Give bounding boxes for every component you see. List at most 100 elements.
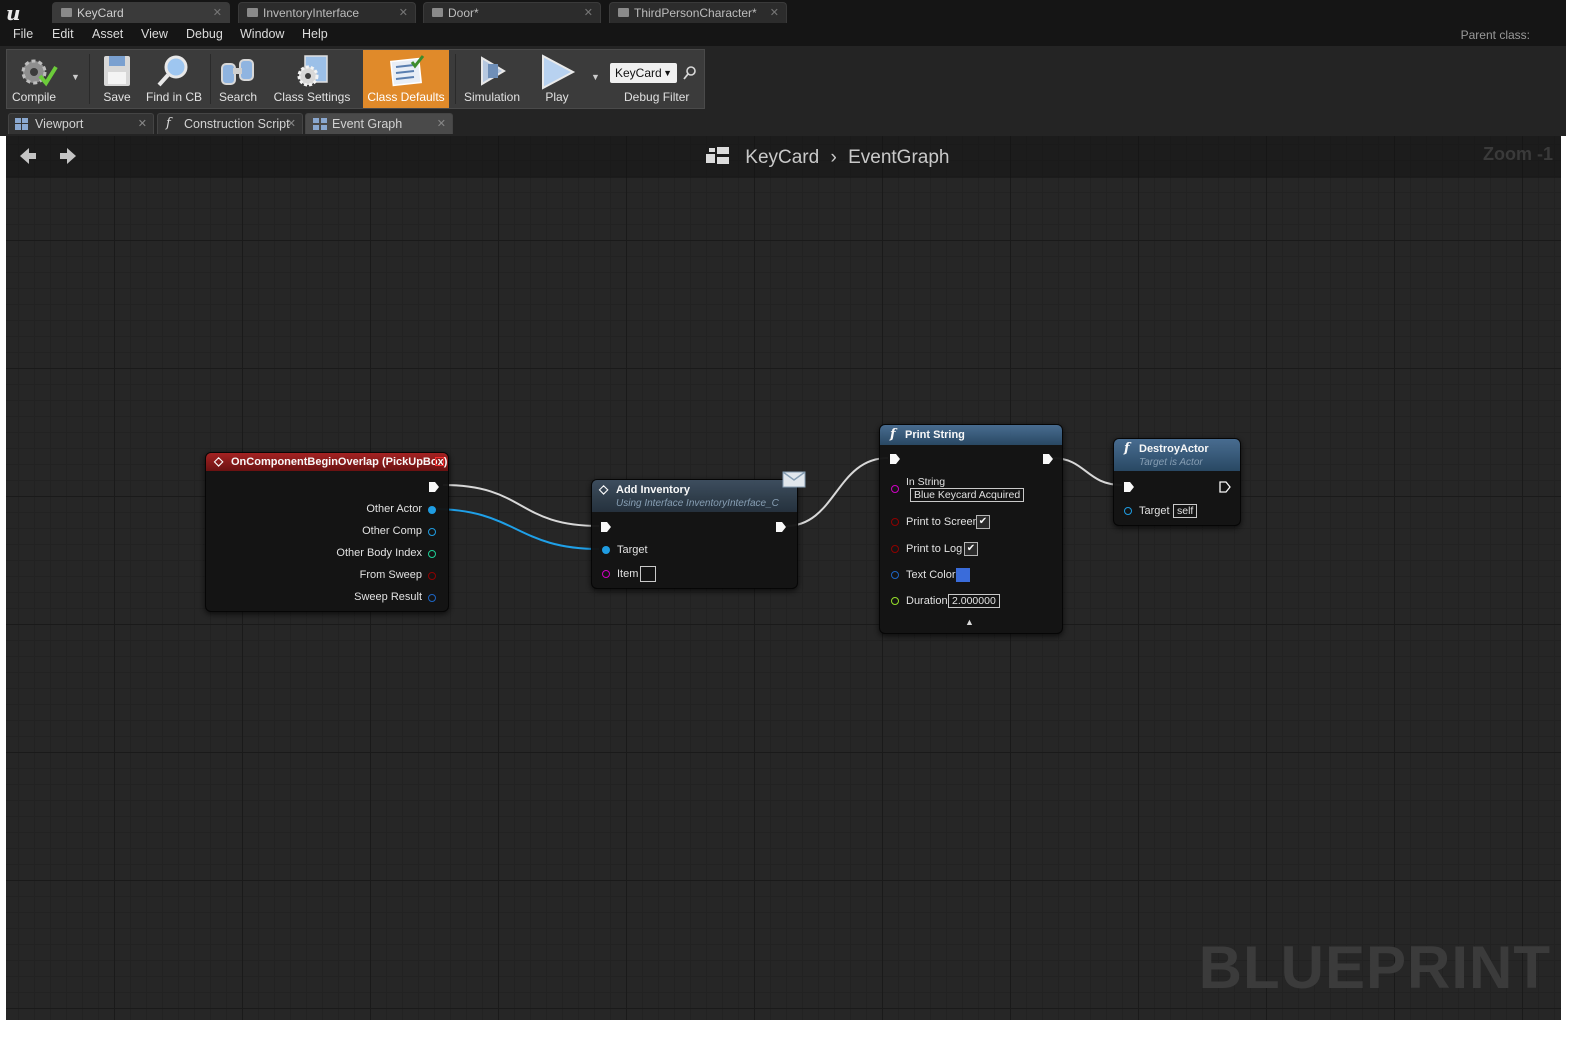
class-defaults-button[interactable]: Class Defaults (363, 50, 449, 108)
compile-button[interactable]: Compile ▼ (7, 50, 80, 108)
struct-pin-icon[interactable] (891, 571, 899, 579)
string-pin-icon[interactable] (602, 570, 610, 578)
debug-object-value: KeyCard (615, 66, 662, 80)
search-button[interactable]: Search (213, 50, 263, 108)
pin-target-label: Target (617, 544, 648, 556)
menu-help[interactable]: Help (302, 27, 328, 41)
object-wire (432, 508, 600, 550)
save-button[interactable]: Save (95, 50, 139, 108)
node-header: ◇ OnComponentBeginOverlap (PickUpBox) (206, 453, 448, 471)
close-icon[interactable]: ✕ (213, 3, 222, 23)
toolbar-separator (455, 54, 456, 104)
bool-pin-icon[interactable] (891, 518, 899, 526)
menu-edit[interactable]: Edit (52, 27, 74, 41)
search-label: Search (218, 90, 258, 104)
exec-in-pin-icon[interactable] (600, 521, 612, 533)
doc-tab-keycard[interactable]: KeyCard ✕ (52, 2, 230, 23)
struct-pin-icon[interactable] (428, 594, 436, 602)
close-icon[interactable]: ✕ (770, 3, 779, 23)
menu-file[interactable]: File (13, 27, 33, 41)
simulation-icon (481, 56, 506, 86)
node-print-string[interactable]: f Print String In String Blue Keycard Ac… (879, 424, 1063, 634)
object-pin-icon[interactable] (602, 546, 610, 554)
tab-viewport[interactable]: Viewport ✕ (8, 113, 154, 134)
close-icon[interactable]: ✕ (287, 114, 296, 134)
delegate-pin-icon[interactable] (435, 457, 444, 466)
debug-object-dropdown[interactable]: KeyCard ▼ (610, 63, 677, 83)
simulation-button[interactable]: Simulation (459, 50, 525, 108)
int-pin-icon[interactable] (428, 550, 436, 558)
close-icon[interactable]: ✕ (138, 114, 147, 134)
close-icon[interactable]: ✕ (437, 114, 446, 134)
target-value-field[interactable]: self (1173, 504, 1198, 518)
viewport-icon (15, 118, 28, 130)
play-options-caret-icon[interactable]: ▼ (591, 72, 600, 82)
blueprint-icon (247, 8, 258, 17)
compile-options-caret-icon[interactable]: ▼ (71, 72, 80, 82)
node-on-component-begin-overlap[interactable]: ◇ OnComponentBeginOverlap (PickUpBox) Ot… (205, 452, 449, 612)
node-destroy-actor[interactable]: f DestroyActor Target is Actor Target se… (1113, 438, 1241, 526)
object-pin-icon[interactable] (428, 528, 436, 536)
title-bar: u KeyCard ✕ InventoryInterface ✕ Door* ✕… (0, 0, 1566, 25)
print-to-log-checkbox[interactable]: ✔ (964, 542, 978, 556)
exec-out-pin-icon[interactable] (775, 521, 787, 533)
menu-debug[interactable]: Debug (186, 27, 223, 41)
compile-gear-icon (21, 59, 58, 87)
class-settings-button[interactable]: Class Settings (267, 50, 357, 108)
event-graph-canvas[interactable]: KeyCard › EventGraph Zoom -1 BLUEPRINT ◇… (6, 136, 1561, 1020)
pin-other-body-index-label: Other Body Index (336, 547, 422, 559)
doc-tab-thirdpersoncharacter[interactable]: ThirdPersonCharacter* ✕ (609, 2, 787, 23)
node-add-inventory[interactable]: ◇ Add Inventory Using Interface Inventor… (591, 471, 806, 589)
exec-out-pin-icon[interactable] (1042, 453, 1054, 465)
find-in-cb-button[interactable]: Find in CB (143, 50, 205, 108)
play-icon (542, 54, 576, 90)
object-pin-icon[interactable] (1124, 507, 1132, 515)
panel-tab-bar: Viewport ✕ f Construction Script ✕ Event… (0, 110, 1566, 136)
object-pin-icon[interactable] (428, 506, 436, 514)
pin-duration-label: Duration (906, 595, 948, 607)
exec-out-pin-icon[interactable] (1219, 481, 1231, 493)
text-color-swatch[interactable] (956, 568, 970, 582)
close-icon[interactable]: ✕ (399, 3, 408, 23)
play-button[interactable]: Play ▼ (531, 50, 600, 108)
play-label: Play (545, 90, 569, 104)
pin-text-color-label: Text Color (906, 569, 956, 581)
close-icon[interactable]: ✕ (584, 3, 593, 23)
debug-search-icon[interactable] (683, 66, 697, 80)
chevron-down-icon: ▼ (663, 68, 672, 78)
in-string-value-field[interactable]: Blue Keycard Acquired (910, 488, 1025, 502)
doc-tab-inventoryinterface[interactable]: InventoryInterface ✕ (238, 2, 416, 23)
function-icon: f (1124, 441, 1130, 456)
tab-event-graph[interactable]: Event Graph ✕ (305, 113, 453, 134)
doc-tab-door[interactable]: Door* ✕ (423, 2, 601, 23)
duration-value-field[interactable]: 2.000000 (948, 594, 1000, 608)
bool-pin-icon[interactable] (428, 572, 436, 580)
exec-out-pin-icon[interactable] (428, 481, 440, 493)
toolbar-group: Compile ▼ Save Find in CB Search Class S… (6, 49, 705, 109)
unreal-logo-icon[interactable]: u (6, 1, 21, 25)
pin-print-to-log-label: Print to Log (906, 543, 963, 555)
exec-in-pin-icon[interactable] (889, 453, 901, 465)
event-diamond-icon: ◇ (214, 454, 224, 468)
node-subtitle: Target is Actor (1139, 457, 1203, 468)
item-value-field[interactable] (640, 566, 656, 582)
blueprint-icon (618, 8, 629, 17)
exec-in-pin-icon[interactable] (1123, 481, 1135, 493)
tab-construction-script[interactable]: f Construction Script ✕ (157, 113, 303, 134)
menu-asset[interactable]: Asset (92, 27, 123, 41)
print-to-screen-checkbox[interactable]: ✔ (976, 515, 990, 529)
float-pin-icon[interactable] (891, 597, 899, 605)
collapse-advanced-arrow-icon[interactable]: ▲ (965, 617, 974, 627)
blueprint-icon (61, 8, 72, 17)
string-pin-icon[interactable] (891, 485, 899, 493)
doc-tab-label: InventoryInterface (263, 6, 360, 20)
bool-pin-icon[interactable] (891, 545, 899, 553)
pin-in-string-label: In String (906, 476, 946, 488)
menu-bar: File Edit Asset View Debug Window Help P… (0, 24, 1566, 46)
blueprint-icon (432, 8, 443, 17)
menu-window[interactable]: Window (240, 27, 284, 41)
doc-tab-label: ThirdPersonCharacter* (634, 6, 757, 20)
menu-view[interactable]: View (141, 27, 168, 41)
node-title: DestroyActor (1139, 443, 1209, 455)
class-settings-gear-icon (297, 55, 328, 87)
